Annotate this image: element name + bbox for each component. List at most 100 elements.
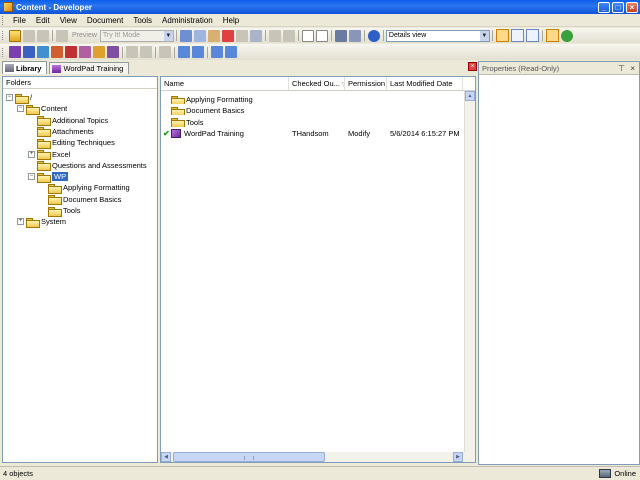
save-all-icon[interactable]	[37, 29, 49, 42]
save-icon[interactable]	[23, 29, 35, 42]
move-down-icon[interactable]	[211, 46, 223, 58]
view-select-value: Details view	[388, 32, 427, 39]
item-name: Tools	[186, 117, 204, 127]
properties-icon[interactable]	[126, 46, 138, 58]
new-module-icon[interactable]	[9, 46, 21, 58]
preview-icon[interactable]	[56, 29, 68, 42]
demote-icon[interactable]	[225, 46, 237, 58]
tree-node[interactable]: + System	[17, 216, 66, 228]
column-header-name[interactable]: Name	[161, 77, 289, 90]
new-section-icon[interactable]	[23, 46, 35, 58]
expand-icon[interactable]	[301, 29, 314, 42]
find-in-page-icon[interactable]	[249, 29, 262, 42]
tree-node[interactable]: Tools	[39, 205, 81, 217]
tab-library[interactable]: Library	[2, 61, 48, 74]
list-item[interactable]: Document Basics	[161, 105, 463, 116]
scroll-thumb[interactable]	[173, 452, 325, 462]
column-header-modified[interactable]: Last Modified Date	[387, 77, 463, 90]
folders-header: Folders	[3, 77, 157, 89]
tree-node[interactable]: − WP	[28, 171, 69, 183]
tree-node[interactable]: Editing Techniques	[28, 137, 115, 149]
tree-node[interactable]: − /	[6, 92, 32, 104]
menu-item-file[interactable]: File	[8, 16, 31, 25]
details-layout-icon[interactable]	[495, 29, 509, 42]
list-item[interactable]: ✔ WordPad Training THandsom Modify 5/6/2014 …	[161, 128, 463, 139]
document-tabs: Library WordPad Training ×	[0, 61, 480, 74]
cell-modified: 5/6/2014 6:15:27 PM	[390, 128, 460, 138]
new-package-icon[interactable]	[65, 46, 77, 58]
move-up-icon[interactable]	[178, 46, 190, 58]
menu-item-document[interactable]: Document	[82, 16, 128, 25]
tree-node[interactable]: Additional Topics	[28, 115, 108, 127]
column-header-checked-out[interactable]: Checked Ou... ▽	[289, 77, 345, 90]
undo-icon[interactable]	[268, 29, 281, 42]
delete-icon[interactable]	[221, 29, 234, 42]
copy-icon[interactable]	[193, 29, 206, 42]
properties-pane: Properties (Read-Only) ⊤ ×	[478, 61, 640, 465]
open-folder-icon[interactable]	[9, 29, 21, 42]
split-horizontal-icon[interactable]	[510, 29, 524, 42]
menu-item-administration[interactable]: Administration	[157, 16, 218, 25]
spell-check-icon[interactable]	[348, 29, 361, 42]
library-root-icon	[15, 93, 29, 104]
help-icon[interactable]	[367, 29, 380, 42]
expand-icon[interactable]: +	[28, 150, 35, 158]
list-item[interactable]: Tools	[161, 117, 463, 128]
horizontal-scrollbar[interactable]: ◀ ▶	[161, 452, 475, 462]
pin-icon[interactable]: ⊤	[618, 62, 625, 75]
preview-button[interactable]: Preview	[69, 32, 100, 39]
new-web-page-icon[interactable]	[51, 46, 63, 58]
tree-node[interactable]: Questions and Assessments	[28, 160, 147, 172]
tab-wordpad-training[interactable]: WordPad Training	[49, 62, 130, 74]
menu-item-tools[interactable]: Tools	[128, 16, 157, 25]
expand-icon[interactable]: +	[17, 218, 24, 226]
folder-icon	[37, 161, 51, 172]
tree-node[interactable]: + Excel	[28, 149, 70, 160]
collapse-icon[interactable]	[315, 29, 328, 42]
status-bar: 4 objects Online	[0, 466, 640, 480]
view-select[interactable]: Details view ▼	[385, 29, 490, 42]
mode-select[interactable]: Try It! Mode ▼	[99, 29, 174, 42]
minimize-button[interactable]: _	[598, 1, 610, 13]
collapse-icon[interactable]: −	[6, 94, 13, 101]
split-vertical-icon[interactable]	[525, 29, 539, 42]
redo-icon[interactable]	[282, 29, 295, 42]
record-icon[interactable]	[159, 46, 171, 58]
column-header-permission[interactable]: Permission	[345, 77, 387, 90]
new-topic-icon[interactable]	[37, 46, 49, 58]
collapse-icon[interactable]: −	[17, 105, 24, 113]
rename-icon[interactable]	[235, 29, 248, 42]
menu-item-view[interactable]: View	[55, 16, 82, 25]
menu-item-help[interactable]: Help	[218, 16, 244, 25]
toolbar-separator	[174, 46, 175, 58]
list-item[interactable]: Applying Formatting	[161, 94, 463, 105]
close-button[interactable]: ×	[626, 1, 638, 13]
connection-status-label: Online	[614, 469, 636, 478]
maximize-button[interactable]: □	[612, 1, 624, 13]
tree-node[interactable]: − Content	[17, 103, 67, 115]
cut-icon[interactable]	[179, 29, 192, 42]
toolbar-separator	[175, 30, 177, 41]
scroll-up-icon[interactable]: ▲	[465, 91, 475, 101]
tree-node[interactable]: Document Basics	[39, 194, 121, 206]
tree-node[interactable]: Applying Formatting	[39, 182, 130, 194]
close-pane-icon[interactable]: ×	[630, 62, 635, 75]
folder-icon	[26, 104, 40, 115]
new-question-icon[interactable]	[107, 46, 119, 58]
vertical-scrollbar[interactable]: ▲ ▼	[464, 91, 475, 462]
search-icon[interactable]	[334, 29, 347, 42]
scroll-right-icon[interactable]: ▶	[453, 452, 463, 462]
collapse-icon[interactable]: −	[28, 173, 35, 181]
menu-item-edit[interactable]: Edit	[31, 16, 55, 25]
properties-pane-icon[interactable]	[545, 29, 559, 42]
promote-icon[interactable]	[192, 46, 204, 58]
paste-icon[interactable]	[207, 29, 220, 42]
template-icon[interactable]	[140, 46, 152, 58]
refresh-icon[interactable]	[560, 29, 573, 42]
tree-node[interactable]: Attachments	[28, 126, 94, 138]
tree-node-label: WP	[52, 172, 69, 182]
new-role-icon[interactable]	[93, 46, 105, 58]
close-tab-icon[interactable]: ×	[468, 62, 477, 71]
new-glossary-icon[interactable]	[79, 46, 91, 58]
scroll-left-icon[interactable]: ◀	[161, 452, 171, 462]
